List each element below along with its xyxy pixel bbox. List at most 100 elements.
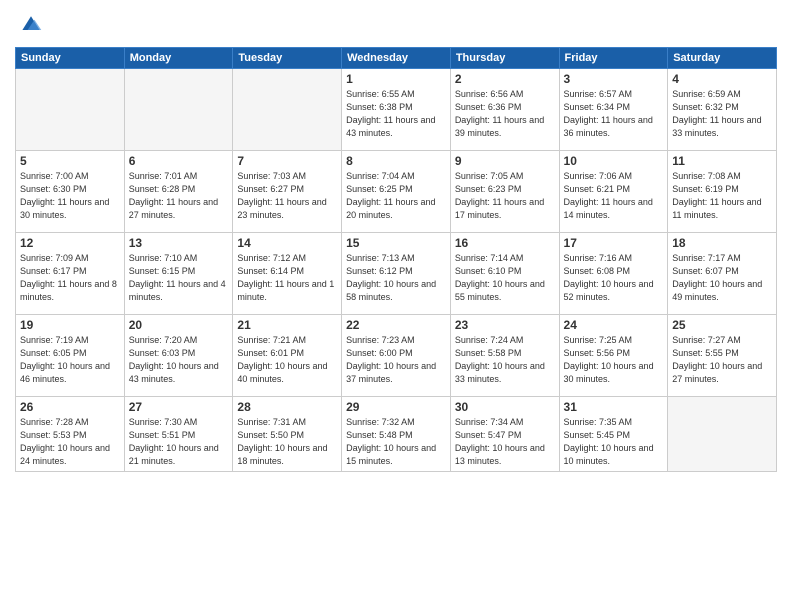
day-info: Sunrise: 7:19 AMSunset: 6:05 PMDaylight:… [20, 334, 120, 386]
day-info: Sunrise: 7:21 AMSunset: 6:01 PMDaylight:… [237, 334, 337, 386]
calendar-cell: 21 Sunrise: 7:21 AMSunset: 6:01 PMDayligh… [233, 314, 342, 396]
day-number: 25 [672, 318, 772, 332]
calendar-cell: 12 Sunrise: 7:09 AMSunset: 6:17 PMDayligh… [16, 232, 125, 314]
weekday-header-friday: Friday [559, 47, 668, 68]
calendar-cell: 18Sunrise: 7:17 AMSunset: 6:07 PMDayligh… [668, 232, 777, 314]
day-info: Sunrise: 7:28 AMSunset: 5:53 PMDaylight:… [20, 416, 120, 468]
day-number: 4 [672, 72, 772, 86]
calendar-cell: 1Sunrise: 6:55 AMSunset: 6:38 PMDaylight… [342, 68, 451, 150]
calendar-cell: 20 Sunrise: 7:20 AMSunset: 6:03 PMDayligh… [124, 314, 233, 396]
day-number: 6 [129, 154, 229, 168]
day-info: Sunrise: 7:08 AMSunset: 6:19 PMDaylight:… [672, 170, 772, 222]
day-info: Sunrise: 7:30 AMSunset: 5:51 PMDaylight:… [129, 416, 229, 468]
calendar-cell [124, 68, 233, 150]
calendar-cell: 5 Sunrise: 7:00 AMSunset: 6:30 PMDaylight… [16, 150, 125, 232]
calendar-cell [668, 396, 777, 471]
calendar-cell: 31 Sunrise: 7:35 AMSunset: 5:45 PMDayligh… [559, 396, 668, 471]
calendar-week-3: 12 Sunrise: 7:09 AMSunset: 6:17 PMDayligh… [16, 232, 777, 314]
calendar-cell: 8Sunrise: 7:04 AMSunset: 6:25 PMDaylight… [342, 150, 451, 232]
calendar-cell: 11 Sunrise: 7:08 AMSunset: 6:19 PMDayligh… [668, 150, 777, 232]
calendar-cell: 15 Sunrise: 7:13 AMSunset: 6:12 PMDayligh… [342, 232, 451, 314]
calendar-cell: 30 Sunrise: 7:34 AMSunset: 5:47 PMDayligh… [450, 396, 559, 471]
weekday-header-thursday: Thursday [450, 47, 559, 68]
calendar-cell: 2Sunrise: 6:56 AMSunset: 6:36 PMDaylight… [450, 68, 559, 150]
calendar-cell: 25 Sunrise: 7:27 AMSunset: 5:55 PMDayligh… [668, 314, 777, 396]
page-header [15, 10, 777, 39]
day-number: 30 [455, 400, 555, 414]
page-container: SundayMondayTuesdayWednesdayThursdayFrid… [0, 0, 792, 612]
weekday-header-saturday: Saturday [668, 47, 777, 68]
day-number: 29 [346, 400, 446, 414]
calendar-cell: 22 Sunrise: 7:23 AMSunset: 6:00 PMDayligh… [342, 314, 451, 396]
calendar-cell: 13 Sunrise: 7:10 AMSunset: 6:15 PMDayligh… [124, 232, 233, 314]
calendar-cell: 10 Sunrise: 7:06 AMSunset: 6:21 PMDayligh… [559, 150, 668, 232]
calendar-cell: 6 Sunrise: 7:01 AMSunset: 6:28 PMDaylight… [124, 150, 233, 232]
day-number: 28 [237, 400, 337, 414]
day-number: 20 [129, 318, 229, 332]
day-number: 18 [672, 236, 772, 250]
calendar-week-2: 5 Sunrise: 7:00 AMSunset: 6:30 PMDaylight… [16, 150, 777, 232]
day-number: 16 [455, 236, 555, 250]
day-number: 19 [20, 318, 120, 332]
day-info: Sunrise: 6:59 AMSunset: 6:32 PMDaylight:… [672, 88, 772, 140]
calendar-cell: 4 Sunrise: 6:59 AMSunset: 6:32 PMDaylight… [668, 68, 777, 150]
day-number: 21 [237, 318, 337, 332]
calendar-cell: 7 Sunrise: 7:03 AMSunset: 6:27 PMDaylight… [233, 150, 342, 232]
day-info: Sunrise: 7:35 AMSunset: 5:45 PMDaylight:… [564, 416, 664, 468]
day-number: 22 [346, 318, 446, 332]
day-number: 27 [129, 400, 229, 414]
day-info: Sunrise: 7:14 AMSunset: 6:10 PMDaylight:… [455, 252, 555, 304]
day-info: Sunrise: 6:56 AMSunset: 6:36 PMDaylight:… [455, 88, 555, 140]
calendar-cell: 24Sunrise: 7:25 AMSunset: 5:56 PMDayligh… [559, 314, 668, 396]
calendar-cell [233, 68, 342, 150]
day-info: Sunrise: 7:09 AMSunset: 6:17 PMDaylight:… [20, 252, 120, 304]
day-number: 11 [672, 154, 772, 168]
day-info: Sunrise: 7:03 AMSunset: 6:27 PMDaylight:… [237, 170, 337, 222]
weekday-header-wednesday: Wednesday [342, 47, 451, 68]
day-number: 5 [20, 154, 120, 168]
day-number: 9 [455, 154, 555, 168]
day-number: 1 [346, 72, 446, 86]
day-info: Sunrise: 7:20 AMSunset: 6:03 PMDaylight:… [129, 334, 229, 386]
weekday-header-tuesday: Tuesday [233, 47, 342, 68]
day-number: 13 [129, 236, 229, 250]
day-info: Sunrise: 7:06 AMSunset: 6:21 PMDaylight:… [564, 170, 664, 222]
weekday-header-monday: Monday [124, 47, 233, 68]
calendar-cell: 16 Sunrise: 7:14 AMSunset: 6:10 PMDayligh… [450, 232, 559, 314]
day-number: 26 [20, 400, 120, 414]
day-number: 3 [564, 72, 664, 86]
day-info: Sunrise: 6:57 AMSunset: 6:34 PMDaylight:… [564, 88, 664, 140]
day-info: Sunrise: 7:27 AMSunset: 5:55 PMDaylight:… [672, 334, 772, 386]
day-number: 10 [564, 154, 664, 168]
calendar-week-4: 19 Sunrise: 7:19 AMSunset: 6:05 PMDayligh… [16, 314, 777, 396]
day-info: Sunrise: 7:34 AMSunset: 5:47 PMDaylight:… [455, 416, 555, 468]
day-number: 23 [455, 318, 555, 332]
day-info: Sunrise: 7:16 AMSunset: 6:08 PMDaylight:… [564, 252, 664, 304]
calendar-cell: 19 Sunrise: 7:19 AMSunset: 6:05 PMDayligh… [16, 314, 125, 396]
day-number: 7 [237, 154, 337, 168]
day-info: Sunrise: 7:23 AMSunset: 6:00 PMDaylight:… [346, 334, 446, 386]
day-number: 14 [237, 236, 337, 250]
calendar-cell: 27 Sunrise: 7:30 AMSunset: 5:51 PMDayligh… [124, 396, 233, 471]
calendar-table: SundayMondayTuesdayWednesdayThursdayFrid… [15, 47, 777, 472]
logo [15, 14, 43, 39]
day-info: Sunrise: 7:13 AMSunset: 6:12 PMDaylight:… [346, 252, 446, 304]
day-info: Sunrise: 7:10 AMSunset: 6:15 PMDaylight:… [129, 252, 229, 304]
day-number: 31 [564, 400, 664, 414]
day-info: Sunrise: 7:24 AMSunset: 5:58 PMDaylight:… [455, 334, 555, 386]
day-info: Sunrise: 7:01 AMSunset: 6:28 PMDaylight:… [129, 170, 229, 222]
day-number: 24 [564, 318, 664, 332]
day-info: Sunrise: 7:05 AMSunset: 6:23 PMDaylight:… [455, 170, 555, 222]
calendar-week-5: 26 Sunrise: 7:28 AMSunset: 5:53 PMDayligh… [16, 396, 777, 471]
weekday-header-sunday: Sunday [16, 47, 125, 68]
day-info: Sunrise: 7:00 AMSunset: 6:30 PMDaylight:… [20, 170, 120, 222]
calendar-week-1: 1Sunrise: 6:55 AMSunset: 6:38 PMDaylight… [16, 68, 777, 150]
weekday-header-row: SundayMondayTuesdayWednesdayThursdayFrid… [16, 47, 777, 68]
day-number: 12 [20, 236, 120, 250]
day-number: 17 [564, 236, 664, 250]
day-number: 8 [346, 154, 446, 168]
logo-icon [19, 14, 43, 34]
calendar-cell: 3 Sunrise: 6:57 AMSunset: 6:34 PMDaylight… [559, 68, 668, 150]
calendar-cell: 28Sunrise: 7:31 AMSunset: 5:50 PMDayligh… [233, 396, 342, 471]
day-number: 15 [346, 236, 446, 250]
